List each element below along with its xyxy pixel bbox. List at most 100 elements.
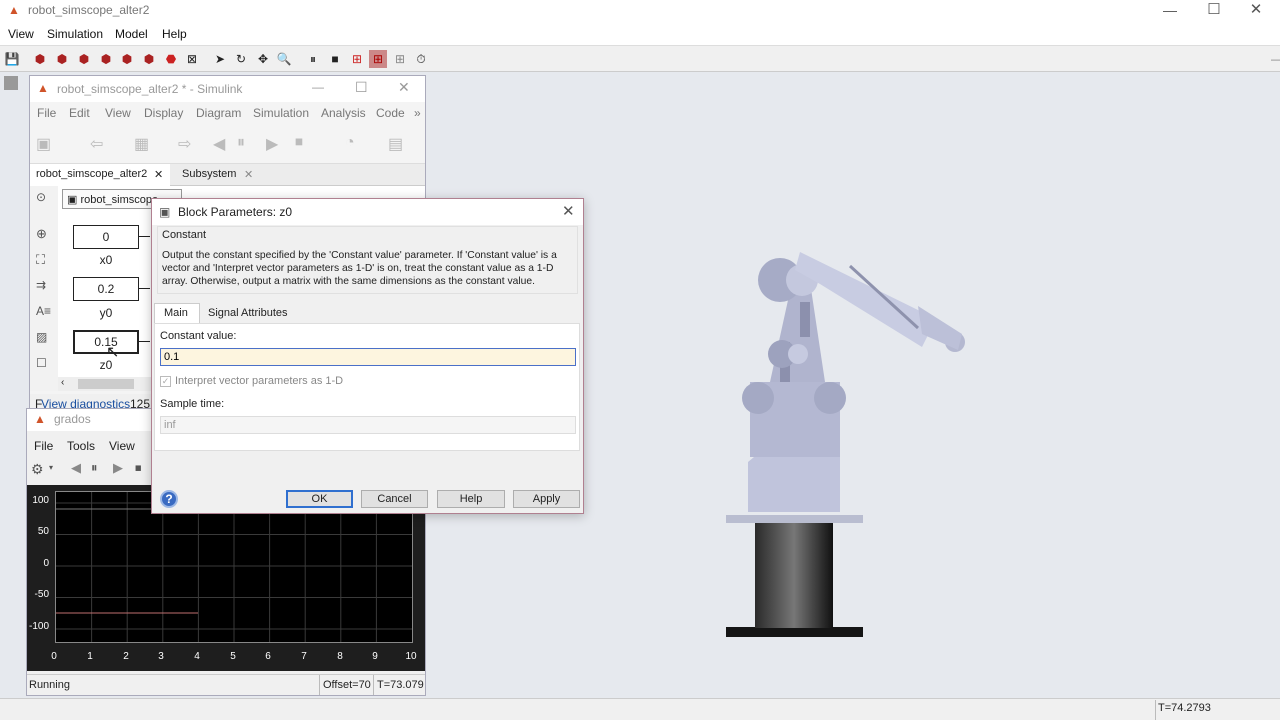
menu-model[interactable]: Model [115,27,148,41]
menu-help[interactable]: Help [162,27,187,41]
help-button[interactable]: Help [437,490,505,508]
fit-view-icon[interactable]: ⊠ [183,50,201,68]
main-time-readout: T=74.2793 [1158,702,1211,714]
area-icon[interactable]: ☐ [36,356,47,370]
zoom-icon[interactable]: 🔍 [275,50,293,68]
view-top-icon[interactable]: ⬢ [118,50,136,68]
tab-label: Subsystem [182,168,237,180]
y-tick-label: -100 [28,621,49,632]
tab-robot-simscope[interactable]: robot_simscope_alter2 ✕ [30,164,170,186]
sim-menu-display[interactable]: Display [144,106,183,120]
close-icon[interactable]: ✕ [1246,0,1266,18]
x-tick-label: 0 [51,651,57,662]
timer-icon[interactable]: ⏱ [412,50,430,68]
scope-stop-icon[interactable]: ⏹ [135,460,142,476]
maximize-icon[interactable]: ☐ [1204,0,1224,18]
scope-settings-icon[interactable]: ⚙ [31,461,44,478]
interpret-vector-label: Interpret vector parameters as 1-D [175,375,344,387]
tab-close-icon[interactable]: ✕ [244,168,253,181]
zoom-in-icon[interactable]: ⊕ [36,226,47,242]
view-front-icon[interactable]: ⬢ [31,50,49,68]
simulink-palette: ⊙ ⊕ ⛶ ⇉ A≡ ▨ ☐ [30,186,58,391]
record-icon[interactable]: ⊞ [391,50,409,68]
fit-to-view-icon[interactable]: ⛶ [36,252,45,268]
tab-subsystem[interactable]: Subsystem ✕ [176,164,260,186]
scroll-thumb[interactable] [78,379,134,389]
scope-step-back-icon[interactable]: ◀ [71,460,81,476]
pan-icon[interactable]: ✥ [254,50,272,68]
view-back-icon[interactable]: ⬢ [53,50,71,68]
sim-menu-edit[interactable]: Edit [69,106,90,120]
scope-pause-icon[interactable]: ⏸ [91,460,98,476]
x-tick-label: 1 [87,651,93,662]
annotation-icon[interactable]: A≡ [36,304,51,318]
build-icon[interactable]: ▤ [388,134,403,154]
save-icon[interactable]: 💾 [3,50,21,68]
sim-pause-icon[interactable]: ⏸ [237,134,245,152]
simulink-menubar: File Edit View Display Diagram Simulatio… [30,102,425,124]
tab-panel-main: Constant value: ✓ Interpret vector param… [154,323,580,451]
menu-simulation[interactable]: Simulation [47,27,103,41]
constant-block-x0[interactable]: 0 [73,225,139,249]
simulink-close-icon[interactable]: ✕ [398,79,410,96]
stop-icon[interactable]: ■ [326,50,344,68]
sim-menu-diagram[interactable]: Diagram [196,106,241,120]
new-model-icon[interactable]: ▣ [36,134,51,154]
viewport-corner-icon [4,76,18,90]
view-bottom-icon[interactable]: ⬢ [140,50,158,68]
main-window-title: robot_simscope_alter2 [28,3,150,17]
block-value: 0 [102,230,110,244]
cancel-button[interactable]: Cancel [361,490,428,508]
toolbar-overflow-icon[interactable]: — [1268,50,1280,68]
ok-button[interactable]: OK [286,490,353,508]
select-cursor-icon[interactable]: ➤ [211,50,229,68]
sim-menu-file[interactable]: File [37,106,56,120]
interpret-vector-checkbox[interactable]: ✓ [160,376,171,387]
back-icon[interactable]: ⇦ [90,134,103,154]
settings-dropdown-icon[interactable]: ▾ [49,463,53,472]
step-prev-icon[interactable]: ◀ [213,134,225,154]
hide-browser-icon[interactable]: ⊙ [36,190,46,204]
pause-icon[interactable]: ⏸ [304,50,322,68]
view-right-icon[interactable]: ⬢ [97,50,115,68]
frames-icon[interactable]: ⊞ [348,50,366,68]
sim-menu-analysis[interactable]: Analysis [321,106,366,120]
sample-time-label: Sample time: [160,398,225,410]
image-icon[interactable]: ▨ [36,330,47,344]
simulink-minimize-icon[interactable]: — [312,80,324,94]
sample-time-input[interactable] [160,416,576,434]
scope-menu-file[interactable]: File [34,439,53,453]
step-forward-icon[interactable]: ▶ [266,134,278,154]
minimize-icon[interactable]: — [1160,2,1180,18]
step-back-icon[interactable]: ⇨ [178,134,191,154]
library-icon[interactable]: ▦ [134,134,149,154]
sim-stop-icon[interactable]: ⏹ [295,134,303,152]
rotate-icon[interactable]: ↻ [232,50,250,68]
apply-button[interactable]: Apply [513,490,580,508]
dialog-close-icon[interactable]: ✕ [562,202,575,220]
view-iso-icon[interactable]: ⬣ [162,50,180,68]
simulink-maximize-icon[interactable]: ☐ [355,79,368,96]
scope-step-forward-icon[interactable]: ▶ [113,460,123,476]
tab-main[interactable]: Main [154,303,200,324]
tab-signal-attributes[interactable]: Signal Attributes [208,307,288,319]
sim-menu-simulation[interactable]: Simulation [253,106,309,120]
constant-block-y0[interactable]: 0.2 [73,277,139,301]
sim-menu-more-icon[interactable]: » [414,106,421,120]
highlight-icon[interactable]: ⊞ [369,50,387,68]
view-left-icon[interactable]: ⬢ [75,50,93,68]
sim-menu-view[interactable]: View [105,106,131,120]
tab-close-icon[interactable]: ✕ [154,168,163,181]
constant-value-input[interactable] [160,348,576,366]
help-question-icon[interactable]: ? [160,490,178,508]
scroll-left-icon[interactable]: ‹ [61,377,64,388]
arrow-icon[interactable]: ⇉ [36,278,46,292]
model-advisor-icon[interactable]: ◔ [345,134,355,152]
sim-menu-code[interactable]: Code [376,106,405,120]
scope-menu-tools[interactable]: Tools [67,439,95,453]
model-icon: ▣ [67,194,81,206]
menu-view[interactable]: View [8,27,34,41]
block-value: 0.2 [97,282,115,296]
scope-menu-view[interactable]: View [109,439,135,453]
scope-status-text: Running [29,679,70,691]
